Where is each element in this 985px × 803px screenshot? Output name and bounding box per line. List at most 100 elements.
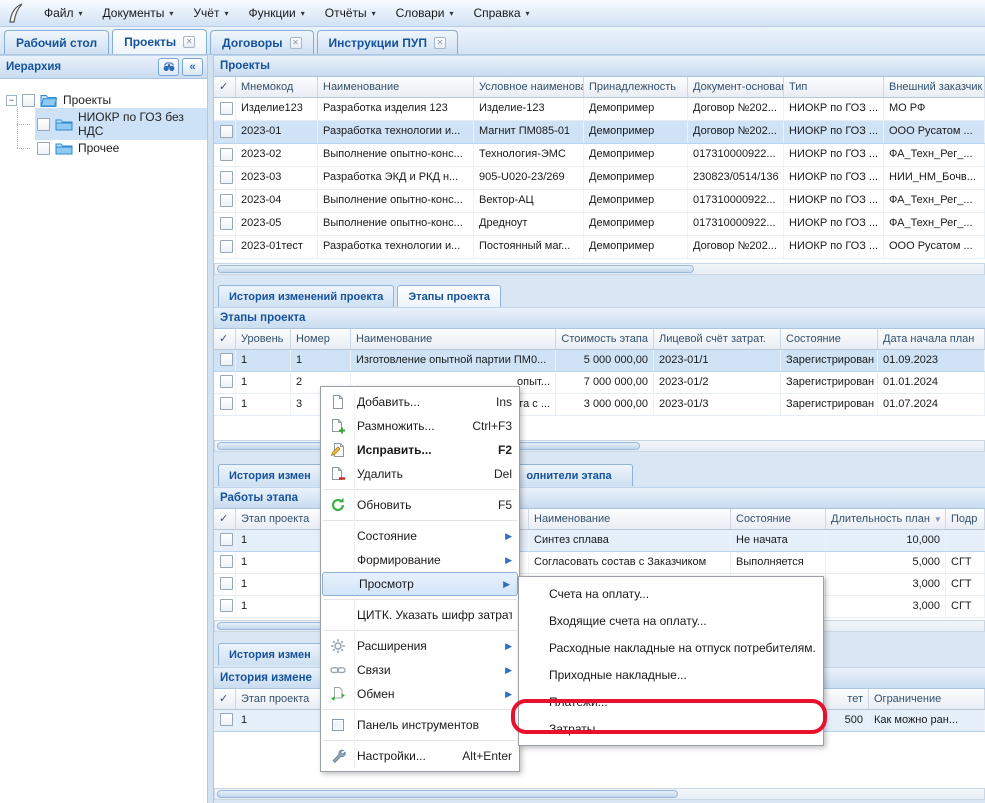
checkbox-icon[interactable]: [220, 353, 233, 366]
checkbox-icon[interactable]: [220, 577, 233, 590]
tab-contracts[interactable]: Договоры✕: [210, 30, 313, 54]
menu-item-refresh[interactable]: ОбновитьF5: [321, 493, 519, 517]
row-checkbox[interactable]: [214, 236, 236, 258]
checkbox-icon[interactable]: [220, 555, 233, 568]
table-row[interactable]: 2023-01Разработка технологии и...Магнит …: [214, 121, 985, 144]
checkbox-icon[interactable]: [220, 217, 233, 230]
search-icon[interactable]: [158, 58, 179, 76]
horizontal-scrollbar[interactable]: [214, 263, 985, 275]
checkbox-icon[interactable]: [220, 599, 233, 612]
column-header[interactable]: Условное наименова: [474, 77, 584, 97]
checkbox-icon[interactable]: [220, 713, 233, 726]
menu-item-add[interactable]: Добавить...Ins: [321, 390, 519, 414]
checkbox-icon[interactable]: [220, 375, 233, 388]
menu-item-incoming-waybills[interactable]: Приходные накладные...: [519, 661, 823, 688]
checkbox-icon[interactable]: [22, 94, 35, 107]
column-header[interactable]: Наименование: [529, 509, 731, 529]
scrollbar-thumb[interactable]: [217, 265, 694, 273]
menubar-item-file[interactable]: Файл▾: [34, 3, 93, 23]
menu-item-invoices[interactable]: Счета на оплату...: [519, 580, 823, 607]
close-icon[interactable]: ✕: [183, 36, 195, 48]
menubar-item-functions[interactable]: Функции▾: [238, 3, 314, 23]
menu-item-edit[interactable]: Исправить...F2: [321, 438, 519, 462]
menu-item-citk[interactable]: ЦИТК. Указать шифр затрат...: [321, 603, 519, 627]
menubar-item-documents[interactable]: Документы▾: [93, 3, 184, 23]
menubar-item-dictionaries[interactable]: Словари▾: [386, 3, 464, 23]
column-header[interactable]: Дата начала план: [878, 329, 985, 349]
tree-item-niokr[interactable]: НИОКР по ГОЗ без НДС: [17, 112, 207, 136]
close-icon[interactable]: ✕: [434, 37, 446, 49]
row-checkbox[interactable]: [214, 350, 236, 371]
tab-projects[interactable]: Проекты✕: [112, 29, 207, 54]
checkbox-icon[interactable]: [37, 118, 50, 131]
column-header[interactable]: Принадлежность: [584, 77, 688, 97]
column-header[interactable]: Стоимость этапа: [556, 329, 654, 349]
table-row[interactable]: 11Изготовление опытной партии ПМ0...5 00…: [214, 350, 985, 372]
column-header[interactable]: Лицевой счёт затрат.: [654, 329, 781, 349]
row-checkbox[interactable]: [214, 167, 236, 189]
checkbox-icon[interactable]: [37, 142, 50, 155]
horizontal-scrollbar[interactable]: [214, 788, 985, 800]
table-row[interactable]: Изделие123Разработка изделия 123Изделие-…: [214, 98, 985, 121]
table-row[interactable]: 2023-02Выполнение опытно-конс...Технолог…: [214, 144, 985, 167]
column-header[interactable]: ✓: [214, 77, 236, 97]
column-header[interactable]: Мнемокод: [236, 77, 318, 97]
table-row[interactable]: 2023-05Выполнение опытно-конс...Дредноут…: [214, 213, 985, 236]
row-checkbox[interactable]: [214, 190, 236, 212]
table-row[interactable]: 2023-04Выполнение опытно-конс...Вектор-А…: [214, 190, 985, 213]
checkbox-icon[interactable]: [220, 240, 233, 253]
menu-item-incoming-invoices[interactable]: Входящие счета на оплату...: [519, 607, 823, 634]
menubar-item-accounting[interactable]: Учёт▾: [183, 3, 238, 23]
row-checkbox[interactable]: [214, 394, 236, 415]
collapse-icon[interactable]: −: [6, 95, 17, 106]
column-header[interactable]: Состояние: [781, 329, 878, 349]
row-checkbox[interactable]: [214, 552, 236, 573]
menu-item-costs[interactable]: Затраты...: [519, 715, 823, 742]
column-header[interactable]: Тип: [784, 77, 884, 97]
checkbox-icon[interactable]: [220, 533, 233, 546]
menu-item-settings[interactable]: Настройки...Alt+Enter: [321, 744, 519, 768]
tab-instructions[interactable]: Инструкции ПУП✕: [317, 30, 458, 54]
checkbox-icon[interactable]: [220, 148, 233, 161]
menubar-item-help[interactable]: Справка▾: [463, 3, 539, 23]
column-header[interactable]: Состояние: [731, 509, 826, 529]
column-header[interactable]: ✓: [214, 329, 236, 349]
column-header[interactable]: ✓: [214, 509, 236, 529]
tab-stage-executors[interactable]: олнители этапа: [505, 464, 633, 486]
column-header[interactable]: Подр: [946, 509, 985, 529]
scrollbar-thumb[interactable]: [217, 790, 678, 798]
column-header[interactable]: Наименование: [351, 329, 556, 349]
column-header[interactable]: Уровень: [236, 329, 291, 349]
menu-item-payments[interactable]: Платежи...: [519, 688, 823, 715]
row-checkbox[interactable]: [214, 372, 236, 393]
column-header[interactable]: Номер: [291, 329, 351, 349]
splitter[interactable]: [207, 55, 214, 803]
tab-project-history[interactable]: История изменений проекта: [218, 285, 394, 307]
row-checkbox[interactable]: [214, 121, 236, 143]
checkbox-icon[interactable]: [220, 194, 233, 207]
column-header[interactable]: Длительность план▼: [826, 509, 946, 529]
row-checkbox[interactable]: [214, 574, 236, 595]
collapse-panel-icon[interactable]: «: [182, 58, 203, 76]
column-header[interactable]: Наименование: [318, 77, 474, 97]
table-row[interactable]: 2023-03Разработка ЭКД и РКД н...905-U020…: [214, 167, 985, 190]
row-checkbox[interactable]: [214, 710, 236, 731]
close-icon[interactable]: ✕: [290, 37, 302, 49]
row-checkbox[interactable]: [214, 530, 236, 551]
menu-item-toolbar-panel[interactable]: Панель инструментов: [321, 713, 519, 737]
tab-project-stages[interactable]: Этапы проекта: [397, 285, 501, 307]
row-checkbox[interactable]: [214, 596, 236, 617]
table-row[interactable]: 2023-01тестРазработка технологии и...Пос…: [214, 236, 985, 259]
menu-item-exchange[interactable]: Обмен▶: [321, 682, 519, 706]
checkbox-icon[interactable]: [220, 397, 233, 410]
menu-item-view[interactable]: Просмотр▶: [322, 572, 518, 596]
column-header[interactable]: Ограничение: [869, 689, 985, 709]
row-checkbox[interactable]: [214, 213, 236, 235]
menubar-item-reports[interactable]: Отчёты▾: [315, 3, 386, 23]
checkbox-icon[interactable]: [220, 102, 233, 115]
column-header[interactable]: ✓: [214, 689, 236, 709]
menu-item-state[interactable]: Состояние▶: [321, 524, 519, 548]
menu-item-extensions[interactable]: Расширения▶: [321, 634, 519, 658]
menu-item-outgoing-waybills[interactable]: Расходные накладные на отпуск потребител…: [519, 634, 823, 661]
checkbox-icon[interactable]: [220, 171, 233, 184]
